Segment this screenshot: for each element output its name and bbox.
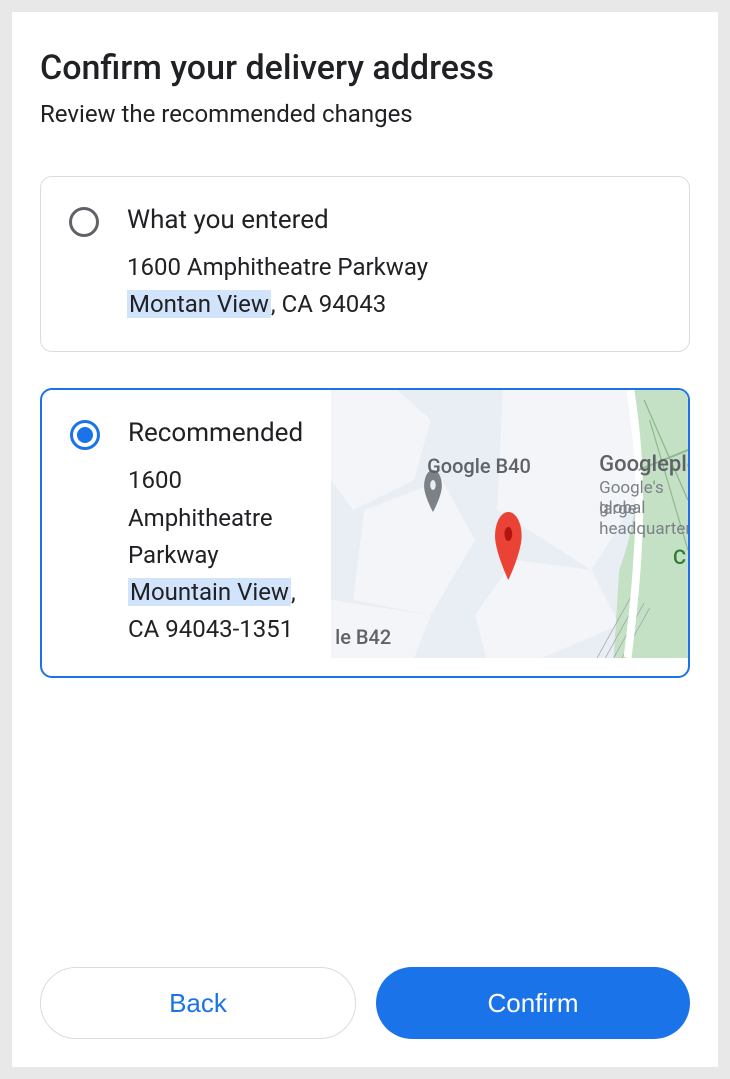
map-label-googleplex: Googleplex bbox=[599, 452, 688, 477]
option-entered-label: What you entered bbox=[127, 205, 661, 235]
entered-address-line1: 1600 Amphitheatre Parkway bbox=[127, 249, 661, 286]
map-label-c: C bbox=[673, 545, 686, 569]
option-recommended-content: Recommended 1600 Amphitheatre Parkway Mo… bbox=[128, 418, 303, 648]
map-label-googleplex-sub2: global headquarters bbox=[599, 498, 688, 539]
button-row: Back Confirm bbox=[40, 967, 690, 1039]
option-recommended[interactable]: Recommended 1600 Amphitheatre Parkway Mo… bbox=[40, 388, 690, 678]
recommended-address-line2: Mountain View, CA 94043-1351 bbox=[128, 574, 303, 648]
radio-checked-icon[interactable] bbox=[70, 420, 100, 450]
entered-highlight: Montan View bbox=[127, 290, 271, 318]
option-entered[interactable]: What you entered 1600 Amphitheatre Parkw… bbox=[40, 176, 690, 352]
map-preview: Google B40 Googleplex Google's large glo… bbox=[331, 390, 688, 658]
recommended-address-line1: 1600 Amphitheatre Parkway bbox=[128, 462, 303, 574]
recommended-highlight: Mountain View bbox=[128, 578, 291, 606]
entered-line2-rest: , CA 94043 bbox=[271, 290, 386, 318]
confirm-address-dialog: Confirm your delivery address Review the… bbox=[12, 12, 718, 1067]
radio-unchecked-icon[interactable] bbox=[69, 207, 99, 237]
entered-address-line2: Montan View, CA 94043 bbox=[127, 286, 661, 323]
back-button[interactable]: Back bbox=[40, 967, 356, 1039]
map-label-b42: le B42 bbox=[335, 625, 391, 649]
dialog-subtitle: Review the recommended changes bbox=[40, 100, 690, 128]
option-entered-content: What you entered 1600 Amphitheatre Parkw… bbox=[127, 205, 661, 323]
dialog-title: Confirm your delivery address bbox=[40, 48, 690, 88]
option-recommended-label: Recommended bbox=[128, 418, 303, 448]
map-label-b40: Google B40 bbox=[427, 454, 531, 478]
confirm-button[interactable]: Confirm bbox=[376, 967, 690, 1039]
